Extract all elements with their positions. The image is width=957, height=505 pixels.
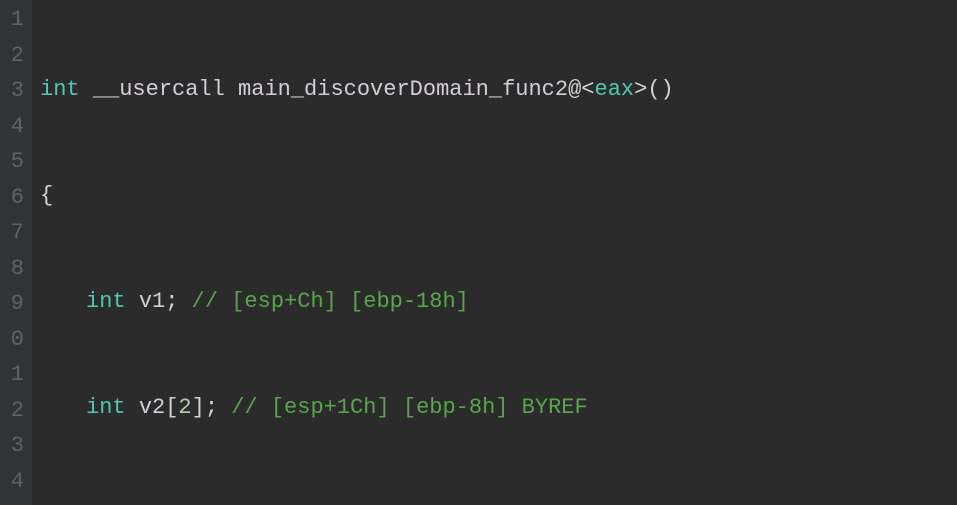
line-number: 5 — [4, 144, 24, 180]
var-v2: v2 — [139, 395, 165, 420]
line-number: 3 — [4, 428, 24, 464]
line-number: 8 — [4, 251, 24, 287]
code-line[interactable]: int v2[2]; // [esp+1Ch] [ebp-8h] BYREF — [40, 390, 957, 426]
keyword-int: int — [86, 289, 126, 314]
code-line[interactable]: int __usercall main_discoverDomain_func2… — [40, 72, 957, 108]
keyword-int: int — [86, 395, 126, 420]
number-literal: 2 — [178, 395, 191, 420]
comment: // [esp+1Ch] [ebp-8h] BYREF — [218, 395, 588, 420]
line-number: 1 — [4, 357, 24, 393]
function-name: __usercall main_discoverDomain_func2 — [93, 77, 568, 102]
comment: // [esp+Ch] [ebp-18h] — [178, 289, 468, 314]
brace-open: { — [40, 183, 53, 208]
line-number: 1 — [4, 2, 24, 38]
register-eax: eax — [595, 77, 635, 102]
var-v1: v1 — [139, 289, 165, 314]
line-number: 6 — [4, 180, 24, 216]
line-number: 9 — [4, 286, 24, 322]
line-number: 3 — [4, 73, 24, 109]
line-number: 7 — [4, 215, 24, 251]
code-line[interactable] — [40, 496, 957, 505]
line-gutter: 1 2 3 4 5 6 7 8 9 0 1 2 3 4 — [0, 0, 32, 505]
code-area[interactable]: int __usercall main_discoverDomain_func2… — [32, 0, 957, 505]
code-editor[interactable]: 1 2 3 4 5 6 7 8 9 0 1 2 3 4 int __userca… — [0, 0, 957, 505]
keyword-int: int — [40, 77, 80, 102]
line-number: 2 — [4, 38, 24, 74]
code-line[interactable]: int v1; // [esp+Ch] [ebp-18h] — [40, 284, 957, 320]
line-number: 4 — [4, 109, 24, 145]
line-number: 4 — [4, 464, 24, 500]
line-number: 0 — [4, 322, 24, 358]
code-line[interactable]: { — [40, 178, 957, 214]
line-number: 2 — [4, 393, 24, 429]
